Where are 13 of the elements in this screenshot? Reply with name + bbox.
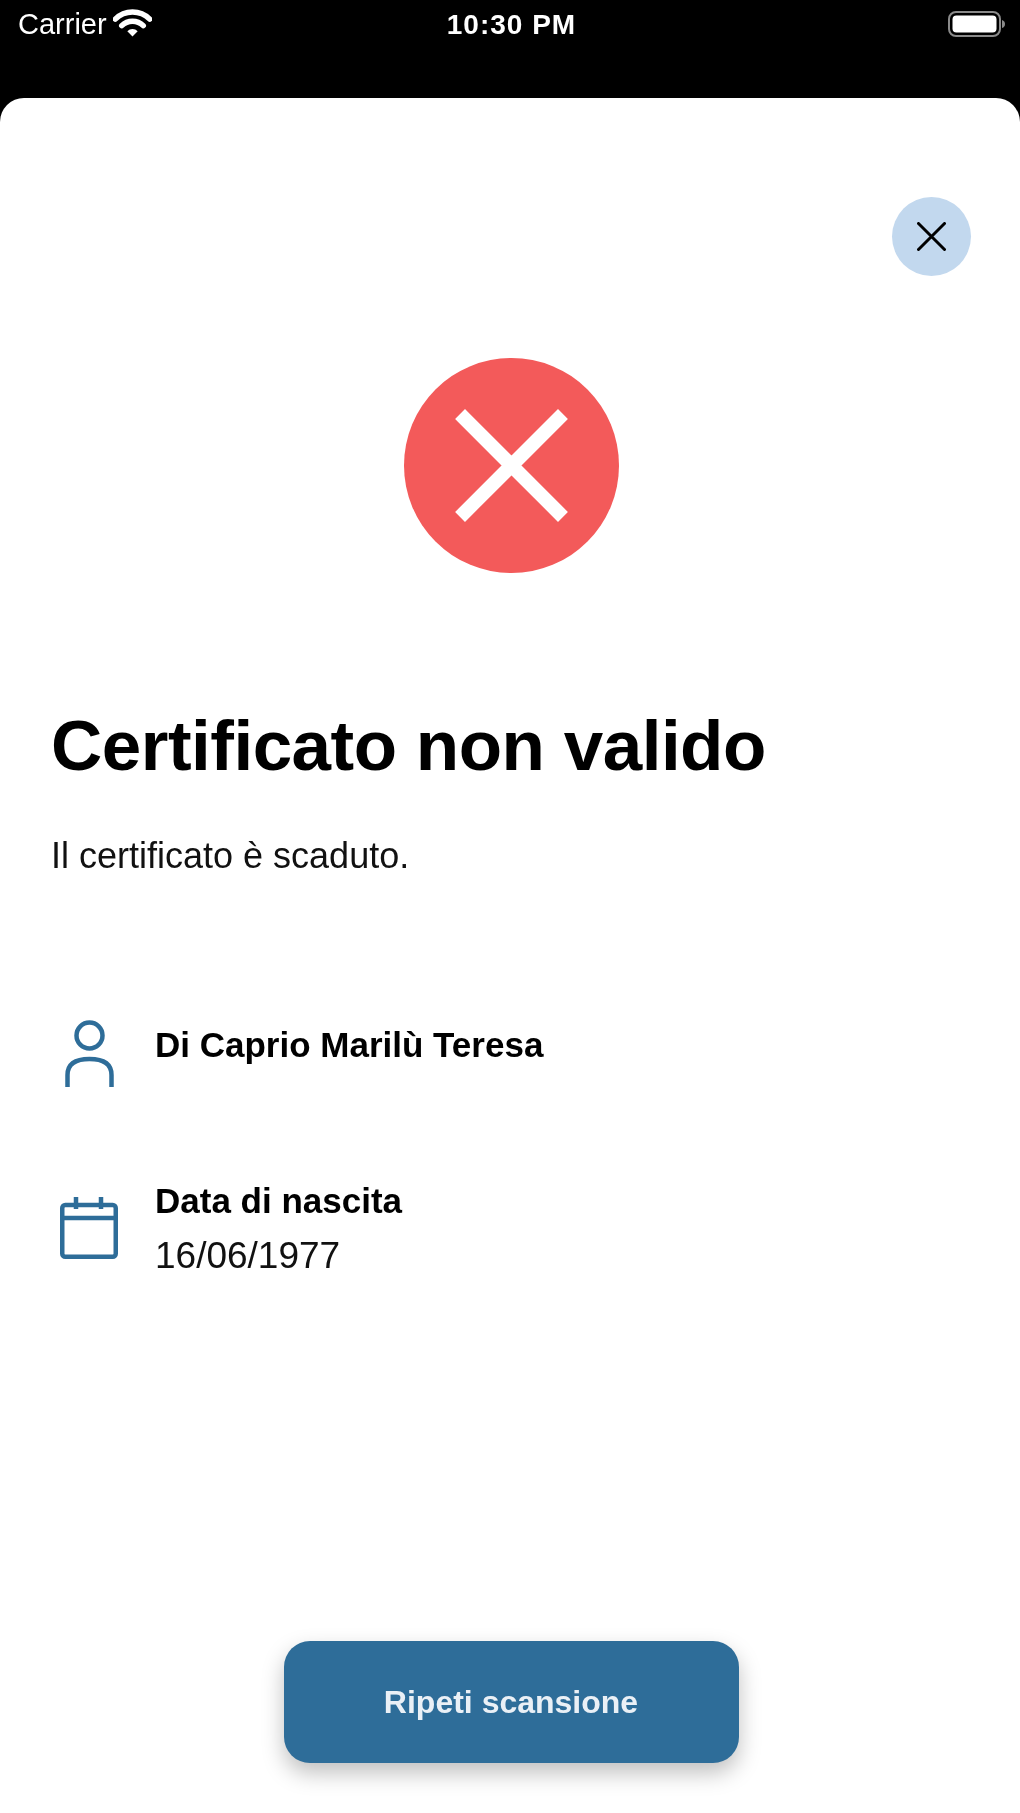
result-title: Certificato non valido xyxy=(51,705,767,787)
detail-title: Data di nascita xyxy=(155,1180,403,1223)
status-time: 10:30 PM xyxy=(446,8,577,42)
close-icon xyxy=(917,222,946,251)
detail-title: Di Caprio Marilù Teresa xyxy=(155,1024,544,1067)
battery-icon xyxy=(948,11,1005,37)
person-icon xyxy=(64,1019,114,1088)
rescan-button[interactable]: Ripeti scansione xyxy=(283,1641,739,1763)
detail-value: 16/06/1977 xyxy=(155,1234,342,1279)
wifi-icon xyxy=(112,9,152,37)
carrier-name: Carrier xyxy=(18,7,107,42)
calendar-icon xyxy=(60,1197,118,1260)
result-message: Il certificato è scaduto. xyxy=(51,834,411,878)
